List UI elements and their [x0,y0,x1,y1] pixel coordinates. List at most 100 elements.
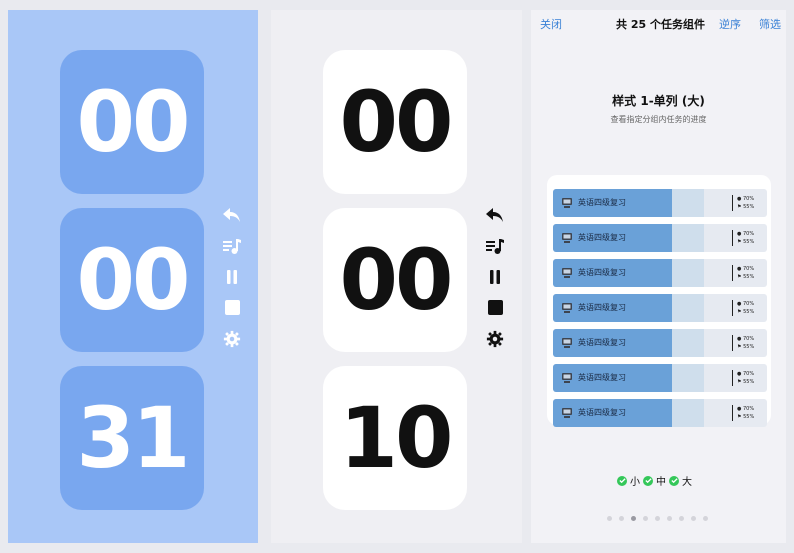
control-bar [221,206,243,361]
stop-icon[interactable] [485,299,505,317]
page-dot[interactable] [703,516,708,521]
stat-value: 55% [743,239,755,245]
gear-icon[interactable] [222,330,242,348]
task-row: 英语四级复习 ● 70% ⚑ 55% [553,224,767,252]
task-name: 英语四级复习 [578,198,626,207]
divider [732,405,733,421]
stat-flag: ⚑ 55% [737,239,754,245]
stat-value: 70% [742,406,755,412]
size-medium-option[interactable]: 中 [656,473,666,488]
page-dot[interactable] [667,516,672,521]
stat-value: 55% [743,274,755,280]
page-dot[interactable] [691,516,696,521]
filter-button[interactable]: 筛选 [759,16,781,32]
page-dot[interactable] [643,516,648,521]
progress-track [672,259,704,287]
control-bar [484,206,506,361]
clock-icon: ● [737,406,742,412]
stat-flag: ⚑ 55% [737,344,754,350]
white-timer-panel: 00 00 10 [271,10,522,543]
stat-value: 55% [743,309,755,315]
playlist-music-icon[interactable] [485,237,505,255]
flag-icon: ⚑ [737,309,742,315]
page-dot[interactable] [631,516,636,521]
task-row: 英语四级复习 ● 70% ⚑ 55% [553,189,767,217]
check-icon[interactable] [617,475,627,486]
stat-flag: ⚑ 55% [737,379,754,385]
progress-track [672,364,704,392]
page-dot[interactable] [679,516,684,521]
style-title: 样式 1-单列 (大) [612,94,705,108]
reverse-order-button[interactable]: 逆序 [719,16,741,32]
stop-icon[interactable] [222,299,242,317]
seconds-tile: 31 [60,366,204,510]
divider [732,335,733,351]
check-icon[interactable] [669,475,679,486]
stat-value: 70% [742,231,755,237]
stat-clock: ● 70% [737,371,754,377]
flag-icon: ⚑ [737,204,742,210]
pause-icon[interactable] [485,268,505,286]
flag-icon: ⚑ [737,414,742,420]
seconds-tile: 10 [323,366,467,510]
playlist-music-icon[interactable] [222,237,242,255]
size-small-option[interactable]: 小 [630,473,640,488]
widget-preview-card[interactable]: 英语四级复习 ● 70% ⚑ 55% 英语四级复习 ● 70% ⚑ 55% 英语四级复习 ● … [547,175,771,427]
back-icon[interactable] [485,206,505,224]
page-dot[interactable] [607,516,612,521]
divider [732,300,733,316]
computer-icon [562,233,572,243]
clock-icon: ● [737,231,742,237]
divider [732,195,733,211]
stat-clock: ● 70% [737,336,754,342]
divider [732,370,733,386]
stat-clock: ● 70% [737,266,754,272]
task-row: 英语四级复习 ● 70% ⚑ 55% [553,294,767,322]
divider [732,230,733,246]
computer-icon [562,198,572,208]
computer-icon [562,268,572,278]
page-indicator[interactable] [607,516,715,521]
clock-icon: ● [737,196,742,202]
progress-track [672,294,704,322]
stat-flag: ⚑ 55% [737,274,754,280]
page-dot[interactable] [619,516,624,521]
close-button[interactable]: 关闭 [540,16,562,32]
clock-icon: ● [737,371,742,377]
widget-picker-panel: 关闭 共 25 个任务组件 逆序 筛选 样式 1-单列 (大) 查看指定分组内任… [531,10,786,543]
check-icon[interactable] [643,475,653,486]
stat-value: 55% [743,344,755,350]
stat-clock: ● 70% [737,231,754,237]
minutes-tile: 00 [323,208,467,352]
clock-icon: ● [737,301,742,307]
size-selector: 小 中 大 [617,473,695,488]
clock-icon: ● [737,336,742,342]
task-row: 英语四级复习 ● 70% ⚑ 55% [553,399,767,427]
back-icon[interactable] [222,206,242,224]
stat-flag: ⚑ 55% [737,414,754,420]
top-bar: 关闭 共 25 个任务组件 逆序 筛选 [531,10,786,38]
size-large-option[interactable]: 大 [682,473,692,488]
flag-icon: ⚑ [737,239,742,245]
task-row: 英语四级复习 ● 70% ⚑ 55% [553,364,767,392]
task-name: 英语四级复习 [578,233,626,242]
task-name: 英语四级复习 [578,373,626,382]
task-name: 英语四级复习 [578,408,626,417]
stat-value: 70% [742,336,755,342]
stat-clock: ● 70% [737,196,754,202]
computer-icon [562,338,572,348]
hours-tile: 00 [60,50,204,194]
task-row: 英语四级复习 ● 70% ⚑ 55% [553,329,767,357]
task-row: 英语四级复习 ● 70% ⚑ 55% [553,259,767,287]
hours-tile: 00 [323,50,467,194]
pause-icon[interactable] [222,268,242,286]
blue-timer-panel: 00 00 31 [8,10,258,543]
gear-icon[interactable] [485,330,505,348]
stat-clock: ● 70% [737,406,754,412]
stat-value: 55% [743,204,755,210]
task-name: 英语四级复习 [578,338,626,347]
minutes-tile: 00 [60,208,204,352]
progress-track [672,189,704,217]
page-dot[interactable] [655,516,660,521]
task-name: 英语四级复习 [578,303,626,312]
